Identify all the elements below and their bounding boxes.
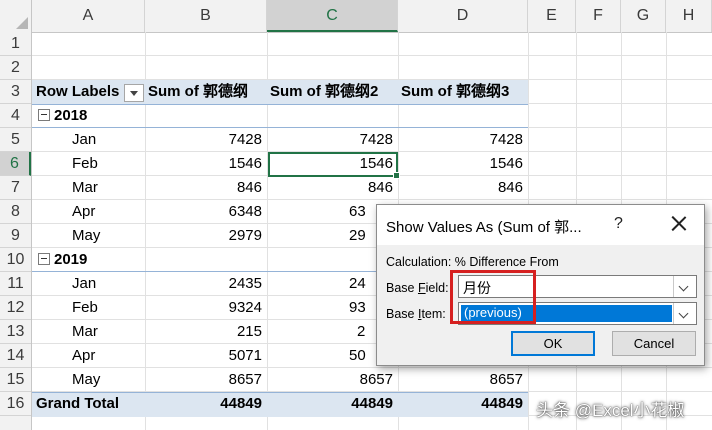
value-cell: 846 bbox=[236, 179, 262, 196]
month-label: Jan bbox=[72, 275, 97, 292]
close-icon[interactable] bbox=[666, 211, 692, 237]
value-cell: 1546 bbox=[489, 155, 523, 172]
column-header-e[interactable]: E bbox=[528, 0, 576, 32]
value-cell: 215 bbox=[236, 323, 262, 340]
row-header-7[interactable]: 7 bbox=[0, 176, 31, 200]
grand-total-c: 44849 bbox=[351, 395, 393, 412]
value-cell: 8657 bbox=[359, 371, 393, 388]
row-header-12[interactable]: 12 bbox=[0, 296, 31, 320]
row-header-14[interactable]: 14 bbox=[0, 344, 31, 368]
sum-header-b: Sum of 郭德纲 bbox=[148, 83, 248, 100]
grand-total-d: 44849 bbox=[481, 395, 523, 412]
column-header-a[interactable]: A bbox=[32, 0, 145, 32]
value-cell: 9324 bbox=[228, 299, 262, 316]
year-label: 2019 bbox=[54, 251, 88, 268]
column-headers: A B C D E F G H bbox=[0, 0, 712, 33]
help-button[interactable]: ? bbox=[614, 215, 623, 233]
value-cell: 7428 bbox=[359, 131, 393, 148]
column-header-c[interactable]: C bbox=[267, 0, 398, 32]
value-cell: 2435 bbox=[228, 275, 262, 292]
value-cell: 846 bbox=[367, 179, 393, 196]
row-header-3[interactable]: 3 bbox=[0, 80, 31, 104]
row-header-10[interactable]: 10 bbox=[0, 248, 31, 272]
collapse-toggle-icon[interactable] bbox=[38, 108, 50, 121]
month-label: Feb bbox=[72, 299, 98, 316]
row-header-1[interactable]: 1 bbox=[0, 32, 31, 56]
select-all-corner[interactable] bbox=[0, 0, 32, 32]
row-header-2[interactable]: 2 bbox=[0, 56, 31, 80]
month-label: Jan bbox=[72, 131, 97, 148]
dialog-title: Show Values As (Sum of 郭... bbox=[386, 219, 582, 236]
grand-total-b: 44849 bbox=[220, 395, 262, 412]
sum-header-c: Sum of 郭德纲2 bbox=[270, 83, 379, 100]
dialog-title-bar[interactable]: Show Values As (Sum of 郭... ? bbox=[377, 205, 704, 245]
value-cell: 2979 bbox=[228, 227, 262, 244]
collapse-toggle-icon[interactable] bbox=[38, 252, 50, 265]
row-header-16[interactable]: 16 bbox=[0, 392, 31, 416]
sum-header-d: Sum of 郭德纲3 bbox=[401, 83, 510, 100]
watermark-text: 头条 @Excel小花椒 bbox=[536, 401, 685, 420]
column-header-b[interactable]: B bbox=[145, 0, 267, 32]
spreadsheet: A B C D E F G H 1 2 3 4 5 6 7 8 9 10 11 … bbox=[0, 0, 712, 430]
show-values-as-dialog: Show Values As (Sum of 郭... ? Calculatio… bbox=[376, 204, 705, 366]
column-header-g[interactable]: G bbox=[621, 0, 666, 32]
grand-total-label: Grand Total bbox=[36, 395, 120, 412]
column-header-f[interactable]: F bbox=[576, 0, 621, 32]
month-label: May bbox=[72, 371, 101, 388]
month-label: Apr bbox=[72, 203, 96, 220]
year-row-2019[interactable]: 2019 bbox=[38, 248, 148, 272]
active-cell-c6[interactable] bbox=[268, 152, 400, 179]
month-label: Apr bbox=[72, 347, 96, 364]
value-cell: 8657 bbox=[489, 371, 523, 388]
chevron-down-icon[interactable] bbox=[673, 303, 696, 324]
value-cell: 846 bbox=[497, 179, 523, 196]
row-labels-filter-button[interactable] bbox=[124, 84, 144, 102]
row-header-4[interactable]: 4 bbox=[0, 104, 31, 128]
calculation-label: Calculation: % Difference From bbox=[386, 255, 559, 269]
base-field-label: Base Field: bbox=[386, 281, 449, 295]
month-label: Feb bbox=[72, 155, 98, 172]
year-label: 2018 bbox=[54, 107, 88, 124]
year-row-2018[interactable]: 2018 bbox=[38, 104, 148, 128]
column-header-h[interactable]: H bbox=[666, 0, 712, 32]
row-header-9[interactable]: 9 bbox=[0, 224, 31, 248]
month-label: May bbox=[72, 227, 101, 244]
row-header-13[interactable]: 13 bbox=[0, 320, 31, 344]
row-header-5[interactable]: 5 bbox=[0, 128, 31, 152]
row-header-15[interactable]: 15 bbox=[0, 368, 31, 392]
ok-button[interactable]: OK bbox=[511, 331, 595, 356]
value-cell: 5071 bbox=[228, 347, 262, 364]
chevron-down-icon[interactable] bbox=[673, 276, 696, 297]
value-cell: 7428 bbox=[489, 131, 523, 148]
value-cell: 8657 bbox=[228, 371, 262, 388]
row-header-6[interactable]: 6 bbox=[0, 152, 31, 176]
column-header-d[interactable]: D bbox=[398, 0, 528, 32]
value-cell: 1546 bbox=[228, 155, 262, 172]
cancel-button[interactable]: Cancel bbox=[612, 331, 696, 356]
row-header-11[interactable]: 11 bbox=[0, 272, 31, 296]
base-item-label: Base Item: bbox=[386, 307, 446, 321]
value-cell: 7428 bbox=[228, 131, 262, 148]
highlight-annotation bbox=[450, 270, 536, 324]
row-headers: 1 2 3 4 5 6 7 8 9 10 11 12 13 14 15 16 bbox=[0, 32, 32, 430]
month-label: Mar bbox=[72, 179, 98, 196]
row-header-8[interactable]: 8 bbox=[0, 200, 31, 224]
value-cell: 6348 bbox=[228, 203, 262, 220]
month-label: Mar bbox=[72, 323, 98, 340]
